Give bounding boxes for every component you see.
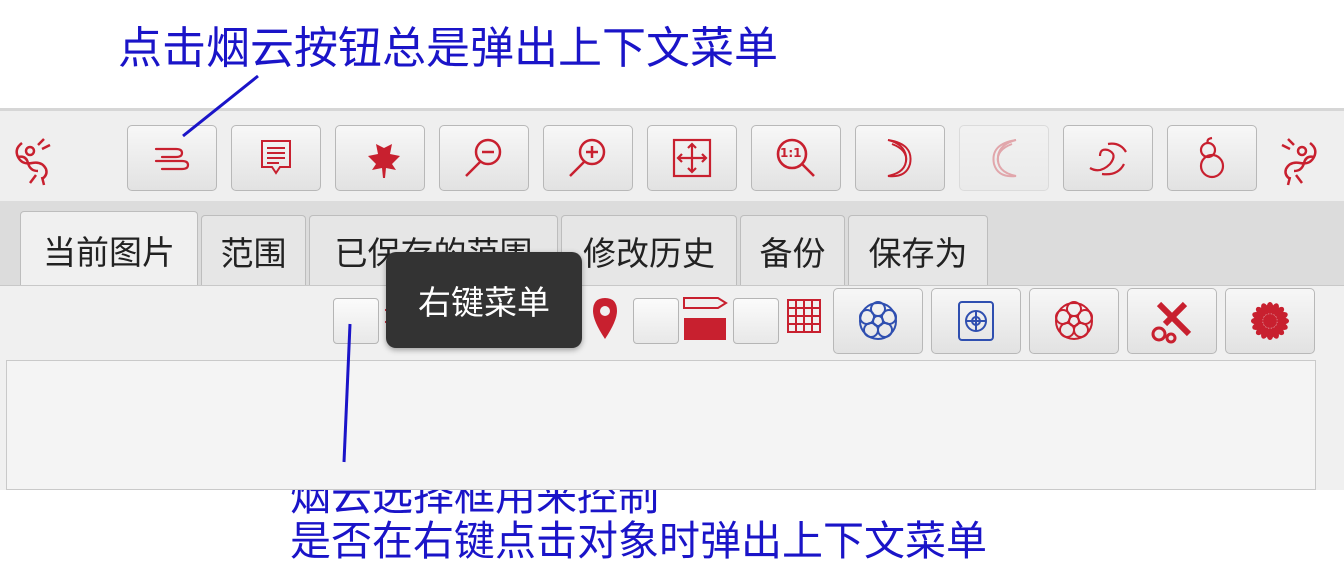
tab-area: 当前图片 范围 已保存的范围 修改历史 备份 保存为 xyxy=(0,201,1344,490)
tab-panel-current-image xyxy=(0,285,1344,490)
gourd-button[interactable] xyxy=(1167,125,1257,191)
wind-swirl-button[interactable] xyxy=(1063,125,1153,191)
annotation-bottom-line2: 是否在右键点击对象时弹出上下文菜单 xyxy=(290,517,987,565)
flower-in-square-icon xyxy=(956,299,996,343)
pencil-bar-icon xyxy=(682,296,728,346)
maple-leaf-button[interactable] xyxy=(335,125,425,191)
gourd-icon xyxy=(1192,136,1232,180)
zoom-in-icon xyxy=(566,136,610,180)
crescent-moon-left-icon xyxy=(982,136,1026,180)
grid-checkbox[interactable] xyxy=(733,298,779,344)
list-document-icon xyxy=(259,138,293,178)
tab-backup[interactable]: 备份 xyxy=(740,215,845,285)
chrysanthemum-button[interactable] xyxy=(1225,288,1315,354)
image-canvas[interactable] xyxy=(6,360,1316,490)
scissors-button[interactable] xyxy=(1127,288,1217,354)
zoom-actual-size-button[interactable]: 1:1 xyxy=(751,125,841,191)
location-pin-icon xyxy=(582,296,628,342)
main-toolbar: 1:1 xyxy=(0,121,1344,197)
fit-to-window-icon xyxy=(672,138,712,178)
flower-outline-red-icon xyxy=(1051,298,1097,344)
zoom-in-button[interactable] xyxy=(543,125,633,191)
scissors-icon xyxy=(1149,298,1195,344)
grid-icon xyxy=(784,296,830,342)
cloud-swirl-button[interactable] xyxy=(127,125,217,191)
chrysanthemum-icon xyxy=(1247,298,1293,344)
phoenix-right-icon xyxy=(1272,131,1324,191)
flower-outline-blue-button[interactable] xyxy=(833,288,923,354)
zoom-out-button[interactable] xyxy=(439,125,529,191)
fit-to-window-button[interactable] xyxy=(647,125,737,191)
cloud-swirl-icon xyxy=(150,143,194,173)
tab-save-as[interactable]: 保存为 xyxy=(848,215,988,285)
tab-modification-history[interactable]: 修改历史 xyxy=(561,215,737,285)
zoom-out-icon xyxy=(462,136,506,180)
annotation-top: 点击烟云按钮总是弹出上下文菜单 xyxy=(118,23,778,74)
flower-outline-red-button[interactable] xyxy=(1029,288,1119,354)
maple-leaf-icon xyxy=(358,136,402,180)
list-document-button[interactable] xyxy=(231,125,321,191)
tab-range[interactable]: 范围 xyxy=(201,215,306,285)
zoom-actual-size-icon: 1:1 xyxy=(774,136,818,180)
wind-swirl-icon xyxy=(1086,138,1130,178)
flower-in-square-button[interactable] xyxy=(931,288,1021,354)
crescent-left-button[interactable] xyxy=(959,125,1049,191)
crescent-moon-right-icon xyxy=(878,136,922,180)
tab-current-image[interactable]: 当前图片 xyxy=(20,211,198,287)
cloud-context-menu-checkbox[interactable] xyxy=(333,298,379,344)
context-menu-tooltip: 右键菜单 xyxy=(386,252,582,348)
crescent-right-button[interactable] xyxy=(855,125,945,191)
app-window: 1:1 当前图片 范围 修改历史 备份 保存为 xyxy=(0,108,1344,490)
pencil-bar-checkbox[interactable] xyxy=(633,298,679,344)
flower-outline-blue-icon xyxy=(855,298,901,344)
phoenix-left-icon xyxy=(8,131,60,191)
zoom-actual-size-label: 1:1 xyxy=(780,146,802,160)
